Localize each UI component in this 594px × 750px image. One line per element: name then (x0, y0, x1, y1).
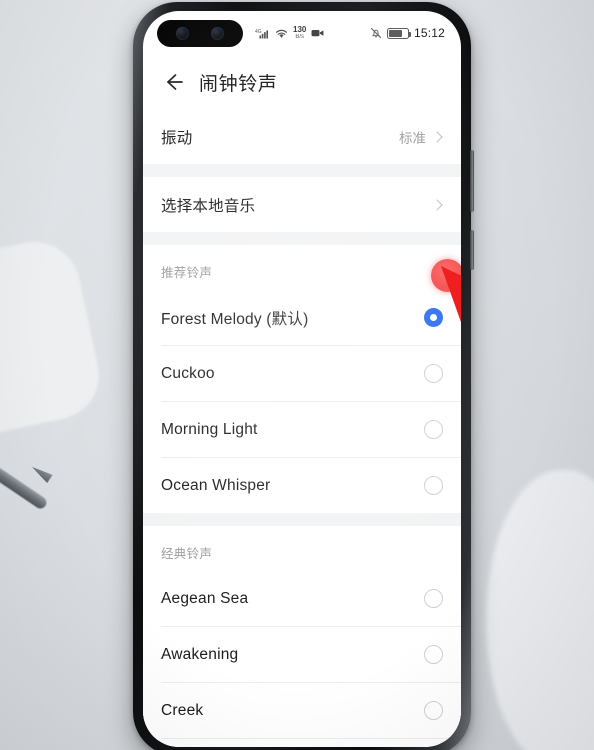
row-select-local-music-right (431, 198, 443, 211)
svg-text:4G: 4G (255, 29, 262, 35)
ringtone-label: Forest Melody (默认) (161, 310, 309, 328)
settings-list[interactable]: 振动 标准 选择本地音乐 推荐铃声 Forest Melody (默认) Cuc… (143, 109, 461, 747)
section-gap (143, 232, 461, 245)
network-rate-value: 130 (293, 25, 307, 34)
ringtone-radio-wrap[interactable] (424, 645, 443, 664)
wifi-icon (275, 28, 288, 39)
background-pen (0, 457, 49, 511)
status-bar-right-icons: 15:12 (370, 26, 445, 40)
ringtone-label: Awakening (161, 645, 239, 663)
ringtone-row-creek[interactable]: Creek (143, 683, 461, 738)
row-vibration-right: 标准 (399, 127, 443, 147)
radio-button[interactable] (424, 645, 443, 664)
background-paper-shape (0, 233, 107, 443)
network-rate-indicator: 130 B/s (293, 25, 307, 41)
ringtone-radio-wrap[interactable] (424, 476, 443, 495)
scene: 4G 130 B/s 15:12 闹钟铃声 振动 标准 选择本地音乐 推荐铃声 … (0, 0, 594, 750)
ringtone-row-cuckoo[interactable]: Cuckoo (143, 346, 461, 401)
network-rate-unit: B/s (295, 34, 305, 40)
row-vibration[interactable]: 振动 标准 (143, 109, 461, 164)
ringtone-row-ocean-whisper[interactable]: Ocean Whisper (143, 458, 461, 513)
ringtone-radio-wrap[interactable] (424, 308, 443, 327)
status-bar-left-icons: 4G 130 B/s (255, 26, 324, 40)
section-header-recommended: 推荐铃声 (143, 245, 461, 290)
ringtone-radio-wrap[interactable] (424, 589, 443, 608)
power-button[interactable] (470, 230, 474, 270)
bell-muted-icon (370, 27, 382, 39)
video-record-icon (311, 28, 324, 38)
row-select-local-music[interactable]: 选择本地音乐 (143, 177, 461, 232)
front-camera-lens-right (211, 27, 224, 40)
volume-button[interactable] (470, 150, 474, 212)
ringtone-radio-wrap[interactable] (424, 701, 443, 720)
section-gap (143, 164, 461, 177)
ringtone-row-dawn[interactable]: Dawn (143, 739, 461, 747)
ringtone-label: Cuckoo (161, 364, 215, 382)
status-bar: 4G 130 B/s 15:12 (143, 11, 461, 55)
radio-button[interactable] (424, 589, 443, 608)
ringtone-label: Aegean Sea (161, 589, 249, 607)
status-bar-clock: 15:12 (413, 26, 445, 40)
ringtone-row-forest-melody[interactable]: Forest Melody (默认) (143, 290, 461, 345)
ringtone-radio-wrap[interactable] (424, 364, 443, 383)
ringtone-radio-wrap[interactable] (424, 420, 443, 439)
phone-device: 4G 130 B/s 15:12 闹钟铃声 振动 标准 选择本地音乐 推荐铃声 … (133, 2, 474, 750)
back-arrow-icon[interactable] (161, 70, 185, 94)
radio-button-selected[interactable] (424, 308, 443, 327)
chevron-right-icon (431, 130, 443, 143)
row-vibration-value: 标准 (399, 130, 426, 146)
ringtone-row-aegean-sea[interactable]: Aegean Sea (143, 571, 461, 626)
radio-button[interactable] (424, 364, 443, 383)
radio-button[interactable] (424, 420, 443, 439)
section-header-classic: 经典铃声 (143, 526, 461, 571)
page-title: 闹钟铃声 (199, 73, 278, 95)
row-select-local-music-label: 选择本地音乐 (161, 197, 256, 215)
ringtone-row-awakening[interactable]: Awakening (143, 627, 461, 682)
row-vibration-label: 振动 (161, 129, 193, 147)
background-pen-tip (29, 463, 53, 484)
battery-icon (386, 27, 411, 39)
radio-button[interactable] (424, 476, 443, 495)
background-light-shape (486, 470, 594, 750)
punch-hole-camera (157, 20, 243, 47)
ringtone-label: Creek (161, 701, 204, 719)
ringtone-row-morning-light[interactable]: Morning Light (143, 402, 461, 457)
app-bar: 闹钟铃声 (143, 55, 461, 109)
phone-screen: 4G 130 B/s 15:12 闹钟铃声 振动 标准 选择本地音乐 推荐铃声 … (143, 11, 461, 747)
ringtone-label: Morning Light (161, 420, 258, 438)
radio-button[interactable] (424, 701, 443, 720)
section-gap (143, 513, 461, 526)
ringtone-label: Ocean Whisper (161, 476, 271, 494)
front-camera-lens-left (176, 27, 189, 40)
signal-icon: 4G (255, 28, 270, 39)
chevron-right-icon (431, 198, 443, 211)
